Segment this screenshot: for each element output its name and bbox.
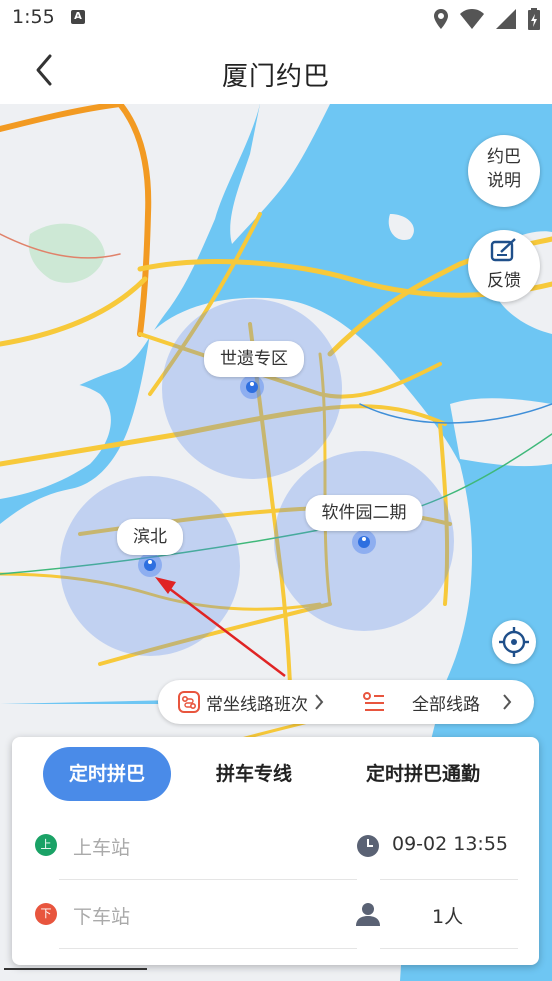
all-routes-button[interactable]: 全部线路 — [362, 680, 512, 724]
status-time: 1:55 — [12, 6, 55, 28]
status-bar: 1:55 A — [0, 0, 552, 38]
pickup-badge: 上 — [35, 834, 57, 856]
chevron-right-icon — [315, 694, 324, 710]
zone-marker[interactable] — [240, 375, 264, 399]
wifi-icon — [460, 9, 484, 29]
chevron-right-icon — [503, 694, 512, 710]
map-scale-bar — [4, 968, 147, 970]
route-list-icon — [363, 692, 384, 711]
about-label-line2: 说明 — [487, 171, 521, 191]
divider — [380, 879, 518, 880]
passenger-count[interactable]: 1人 — [432, 902, 463, 929]
zone-label[interactable]: 滨北 — [117, 519, 183, 555]
pickup-station-input[interactable]: 上车站 — [73, 833, 353, 860]
about-button[interactable]: 约巴 说明 — [468, 135, 540, 207]
battery-icon — [528, 8, 540, 30]
zone-label[interactable]: 世遗专区 — [204, 341, 304, 377]
clock-icon — [357, 835, 379, 857]
crosshair-icon — [499, 627, 529, 657]
booking-panel: 定时拼巴 拼车专线 定时拼巴通勤 上 上车站 09-02 13:55 下 下车站… — [12, 737, 539, 965]
route-bar: 常坐线路班次 全部线路 — [158, 680, 534, 724]
all-routes-label: 全部线路 — [412, 694, 480, 715]
tab-carpool-line[interactable]: 拼车专线 — [194, 747, 314, 801]
zone-label[interactable]: 软件园二期 — [305, 495, 423, 531]
locate-button[interactable] — [492, 620, 536, 664]
status-icons — [434, 8, 540, 30]
about-label-line1: 约巴 — [487, 147, 521, 167]
notification-icon: A — [71, 10, 85, 24]
divider — [380, 948, 518, 949]
divider — [59, 948, 357, 949]
tab-scheduled[interactable]: 定时拼巴 — [43, 747, 171, 801]
edit-icon — [490, 238, 516, 262]
signal-icon — [496, 9, 516, 29]
page-title: 厦门约巴 — [221, 62, 330, 92]
dropoff-station-input[interactable]: 下车站 — [73, 902, 353, 929]
feedback-label: 反馈 — [487, 271, 521, 291]
divider — [59, 879, 357, 880]
zone-marker[interactable] — [138, 553, 162, 577]
person-icon — [356, 903, 380, 926]
dropoff-badge: 下 — [35, 903, 57, 925]
frequent-routes-button[interactable]: 常坐线路班次 — [178, 680, 324, 724]
tab-commute[interactable]: 定时拼巴通勤 — [346, 747, 500, 801]
app-header: 厦门约巴 — [0, 38, 552, 104]
departure-time[interactable]: 09-02 13:55 — [392, 833, 508, 855]
route-icon — [178, 691, 200, 713]
frequent-routes-label: 常坐线路班次 — [206, 694, 308, 715]
feedback-button[interactable]: 反馈 — [468, 230, 540, 302]
zone-marker[interactable] — [352, 530, 376, 554]
location-icon — [434, 9, 448, 29]
